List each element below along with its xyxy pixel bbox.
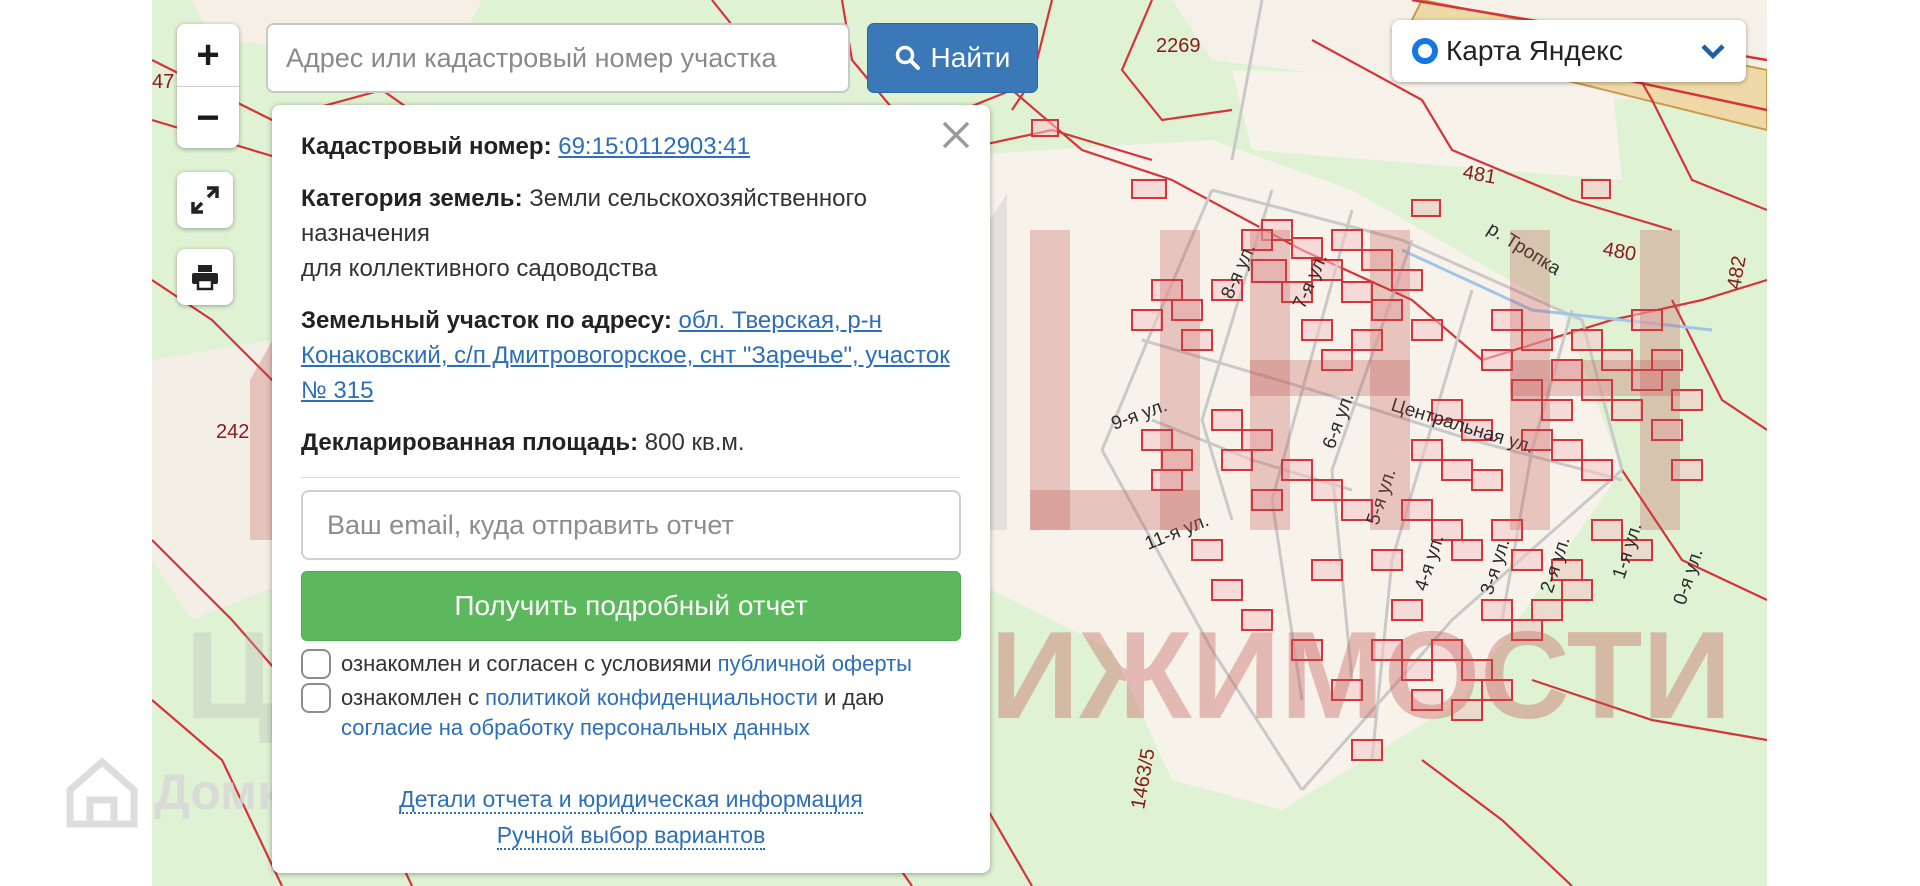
get-report-button[interactable]: Получить подробный отчет <box>301 571 961 641</box>
map-layer-select[interactable]: Карта Яндекс <box>1392 20 1746 82</box>
river-label: р. Тропка <box>1483 218 1564 280</box>
zoom-in-button[interactable]: + <box>177 24 239 86</box>
privacy-consent-text: ознакомлен с политикой конфиденциальност… <box>341 683 960 743</box>
plot-number: 2269 <box>1156 35 1201 57</box>
map-layer-label: Карта Яндекс <box>1446 35 1623 66</box>
divider <box>301 477 960 478</box>
privacy-consent-row: ознакомлен с политикой конфиденциальност… <box>301 683 960 743</box>
search-button[interactable]: Найти <box>867 23 1038 93</box>
personal-data-consent-link[interactable]: согласие на обработку персональных данны… <box>341 715 810 740</box>
radio-icon <box>1412 38 1438 64</box>
area-value: 800 кв.м. <box>644 429 745 456</box>
expand-icon <box>191 186 219 214</box>
plot-number: 481 <box>1461 161 1498 188</box>
search-icon <box>895 45 920 70</box>
house-icon <box>66 757 138 828</box>
plot-number: 47 <box>152 71 174 93</box>
chevron-down-icon <box>1701 44 1725 60</box>
print-button[interactable] <box>177 249 233 305</box>
parcel-info-panel: Кадастровый номер: 69:15:0112903:41 Кате… <box>272 105 990 873</box>
public-offer-link[interactable]: публичной оферты <box>718 651 912 676</box>
privacy-policy-link[interactable]: политикой конфиденциальности <box>485 685 818 710</box>
privacy-consent-checkbox[interactable] <box>301 683 331 713</box>
privacy-consent-label: ознакомлен с <box>341 685 480 710</box>
plot-number: 242 <box>216 421 249 443</box>
cadastral-number-link[interactable]: 69:15:0112903:41 <box>558 133 750 160</box>
category-label: Категория земель: <box>301 185 523 212</box>
report-details-link[interactable]: Детали отчета и юридическая информация <box>399 786 863 814</box>
area-row: Декларированная площадь: 800 кв.м. <box>301 425 960 460</box>
search-button-label: Найти <box>930 42 1011 73</box>
email-field[interactable] <box>301 490 961 560</box>
category-row: Категория земель: Земли сельскохозяйстве… <box>301 181 960 286</box>
close-icon[interactable] <box>938 117 974 153</box>
zoom-out-button[interactable]: − <box>177 86 239 149</box>
category-use: для коллективного садоводства <box>301 255 658 282</box>
address-row: Земельный участок по адресу: обл. Тверск… <box>301 303 960 408</box>
street-label: 0-я ул. <box>1670 546 1708 608</box>
offer-consent-checkbox[interactable] <box>301 649 331 679</box>
area-label: Декларированная площадь: <box>301 429 639 456</box>
offer-consent-row: ознакомлен и согласен с условиями публич… <box>301 649 960 679</box>
manual-selection-link[interactable]: Ручной выбор вариантов <box>496 822 766 850</box>
address-label: Земельный участок по адресу: <box>301 307 672 334</box>
privacy-consent-label-b: и даю <box>824 685 884 710</box>
printer-icon <box>192 265 218 291</box>
offer-consent-text: ознакомлен и согласен с условиями публич… <box>341 649 912 679</box>
fullscreen-button[interactable] <box>177 172 233 228</box>
cadastral-label: Кадастровый номер: <box>301 133 552 160</box>
search-input[interactable] <box>266 23 850 93</box>
plot-number: 1463/5 <box>1127 747 1159 811</box>
plot-number: 480 <box>1601 238 1638 265</box>
offer-consent-label: ознакомлен и согласен с условиями <box>341 651 712 676</box>
panel-footer-links: Детали отчета и юридическая информация Р… <box>272 781 990 853</box>
cadastral-row: Кадастровый номер: 69:15:0112903:41 <box>301 129 960 164</box>
zoom-control: + − <box>177 24 239 148</box>
